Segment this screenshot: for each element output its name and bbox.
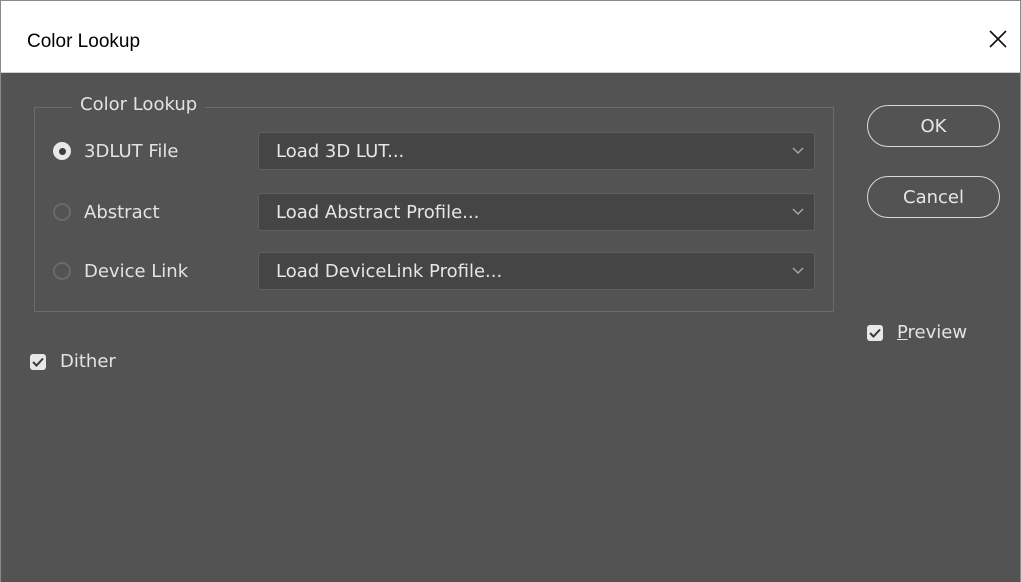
- select-value-devicelink-profile: Load DeviceLink Profile...: [276, 260, 503, 282]
- ok-button[interactable]: OK: [867, 105, 1000, 147]
- preview-label: Preview: [897, 322, 968, 343]
- window-title: Color Lookup: [27, 31, 141, 52]
- select-devicelink-profile[interactable]: Load DeviceLink Profile...: [258, 252, 815, 290]
- checkmark-icon: [32, 357, 44, 367]
- chevron-down-icon: [792, 208, 804, 215]
- title-bar: Color Lookup: [1, 1, 1020, 73]
- select-3d-lut[interactable]: Load 3D LUT...: [258, 132, 815, 170]
- radio-device-link[interactable]: Device Link: [53, 251, 188, 291]
- chevron-down-icon: [792, 147, 804, 154]
- select-value-3d-lut: Load 3D LUT...: [276, 140, 405, 162]
- select-value-abstract-profile: Load Abstract Profile...: [276, 201, 480, 223]
- close-icon: [989, 30, 1007, 48]
- cancel-button[interactable]: Cancel: [867, 176, 1000, 218]
- radio-button-unchecked[interactable]: [53, 262, 71, 280]
- dither-checkbox-row[interactable]: Dither: [30, 351, 116, 372]
- radio-3dlut-file[interactable]: 3DLUT File: [53, 131, 178, 171]
- radio-label-3dlut-file: 3DLUT File: [84, 140, 179, 162]
- color-lookup-group: Color Lookup 3DLUT File Load 3D LUT... A…: [34, 94, 834, 312]
- color-lookup-dialog: Color Lookup Color Lookup 3DLUT File Loa…: [0, 0, 1021, 582]
- dither-checkbox[interactable]: [30, 353, 46, 370]
- select-abstract-profile[interactable]: Load Abstract Profile...: [258, 193, 815, 231]
- radio-button-unchecked[interactable]: [53, 203, 71, 221]
- radio-label-abstract: Abstract: [84, 201, 160, 223]
- radio-abstract[interactable]: Abstract: [53, 192, 160, 232]
- preview-checkbox[interactable]: [867, 324, 883, 341]
- dialog-body: Color Lookup 3DLUT File Load 3D LUT... A…: [1, 73, 1020, 582]
- dither-label: Dither: [60, 351, 116, 372]
- radio-label-device-link: Device Link: [84, 260, 189, 282]
- preview-checkbox-row[interactable]: Preview: [867, 322, 967, 343]
- group-legend: Color Lookup: [72, 94, 206, 115]
- close-button[interactable]: [976, 19, 1020, 59]
- chevron-down-icon: [792, 267, 804, 274]
- checkmark-icon: [869, 328, 881, 338]
- radio-button-checked[interactable]: [53, 142, 71, 160]
